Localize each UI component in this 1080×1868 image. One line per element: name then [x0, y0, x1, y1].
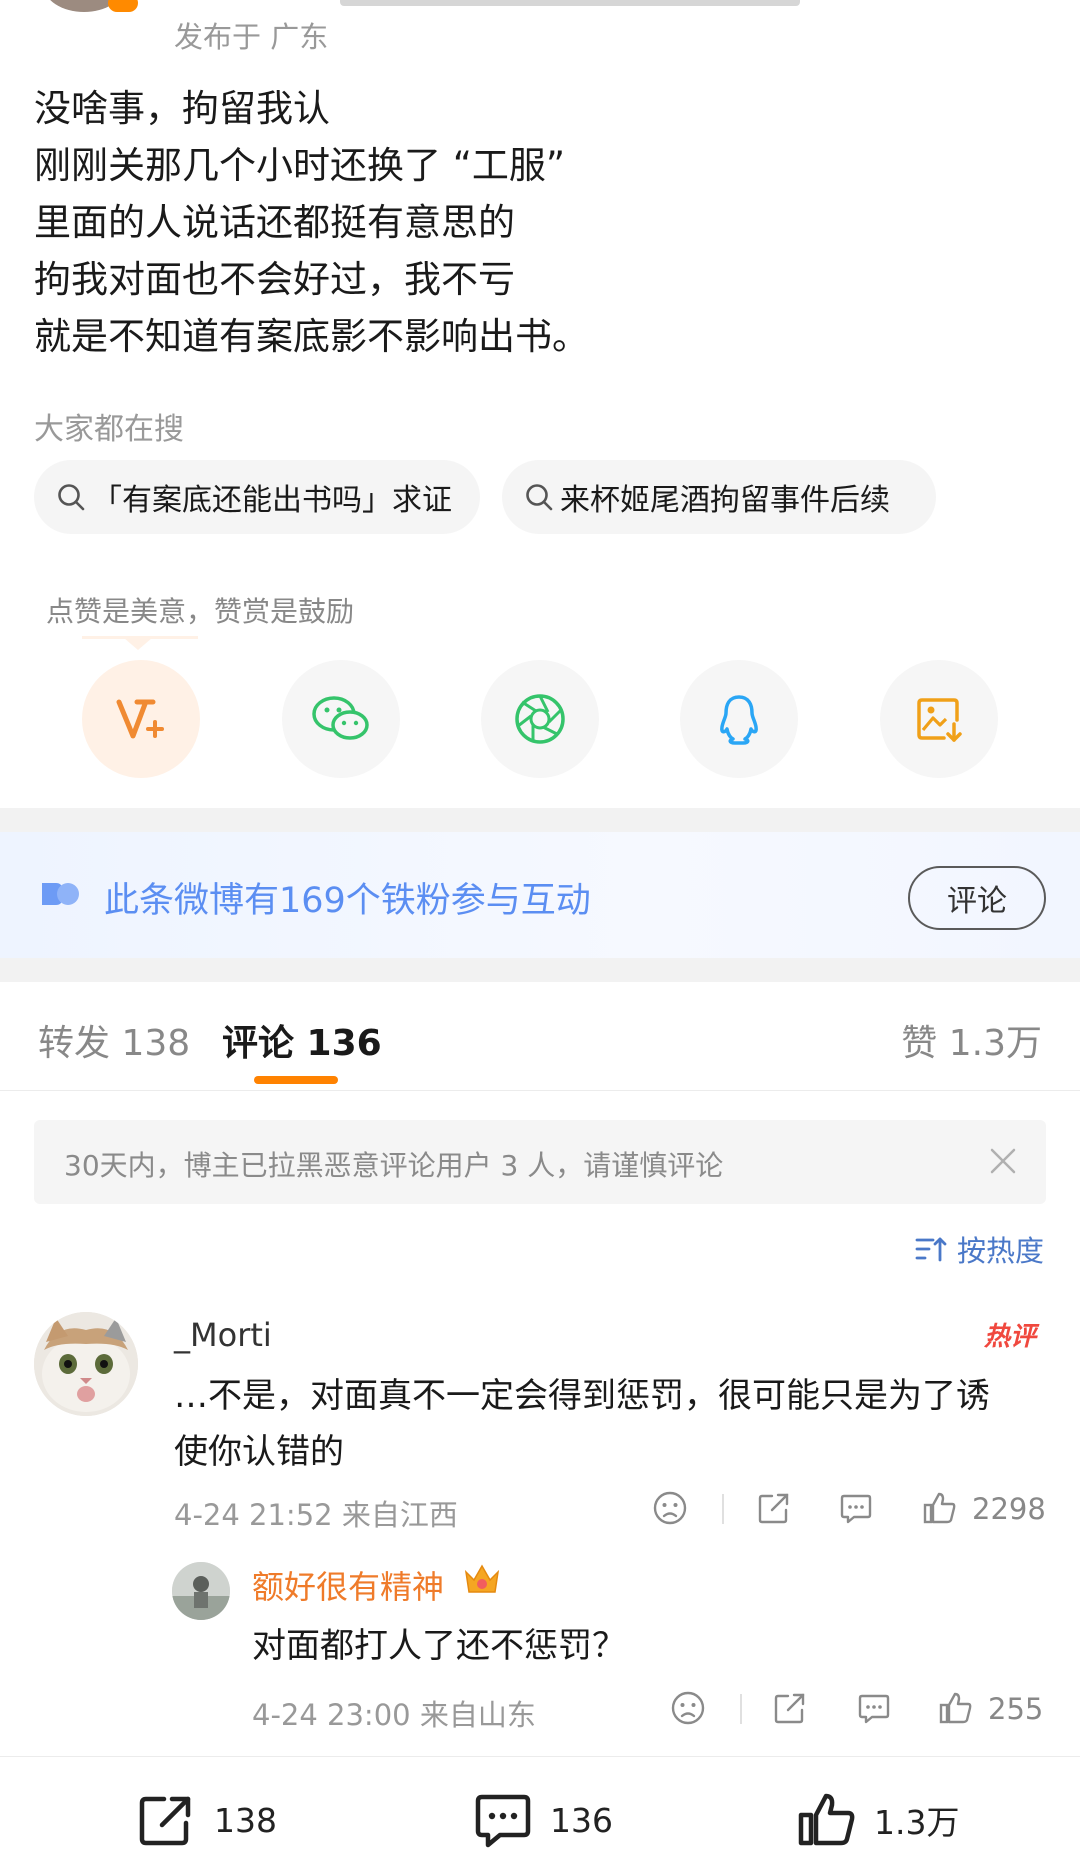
active-tab-indicator: [254, 1076, 338, 1084]
reply-icon[interactable]: [856, 1690, 892, 1726]
qq-icon: [720, 695, 758, 745]
post-line: 刚刚关那几个小时还换了 “工服”: [34, 144, 566, 187]
sort-by-hot-button[interactable]: 按热度: [915, 1228, 1044, 1270]
search-chip-label: 来杯姬尾酒拘留事件后续: [560, 483, 890, 518]
reply-meta-row: 4-24 23:00 来自山东 255: [0, 1686, 1080, 1732]
bottom-like-count: 1.3万: [874, 1803, 960, 1842]
reply-username[interactable]: 额好很有精神: [252, 1562, 444, 1608]
reply-text: 对面都打人了还不惩罚？: [252, 1626, 626, 1666]
banner-comment-button[interactable]: 评论: [908, 866, 1046, 930]
tab-reposts[interactable]: 转发 138: [38, 1014, 190, 1066]
search-icon: [58, 484, 85, 511]
section-divider: [0, 808, 1080, 832]
author-info-cropped: [340, 0, 800, 6]
save-image-button[interactable]: [880, 660, 998, 778]
bottom-repost-button[interactable]: 138: [136, 1790, 277, 1850]
reply-avatar[interactable]: [172, 1562, 230, 1620]
search-icon: [526, 484, 553, 511]
bottom-comment-button[interactable]: 136: [472, 1790, 613, 1850]
crown-badge-icon: [464, 1564, 500, 1593]
post-line: 拘我对面也不会好过，我不亏: [34, 258, 515, 301]
reward-tip: 点赞是美意，赞赏是鼓励: [46, 595, 355, 628]
repost-icon[interactable]: [772, 1690, 808, 1726]
tab-divider: [0, 1090, 1080, 1091]
reply-avatar-image: [172, 1562, 230, 1620]
dislike-face-icon[interactable]: [652, 1490, 688, 1526]
vip-reward-icon: [116, 699, 164, 739]
reply-time: 4-24 23:00 来自山东: [252, 1698, 536, 1732]
comment-text: …不是，对面真不一定会得到惩罚，很可能只是为了诱 使你认错的: [174, 1368, 1054, 1480]
cat-avatar-image: [34, 1312, 138, 1416]
fans-banner: 此条微博有169个铁粉参与互动 评论: [0, 832, 1080, 958]
post-line: 没啥事，拘留我认: [34, 87, 330, 130]
comment-time: 4-24 21:52 来自江西: [174, 1498, 458, 1532]
moments-icon: [515, 694, 565, 744]
reply-like-count: 255: [988, 1692, 1044, 1726]
notice-text: 30天内，博主已拉黑恶意评论用户 3 人，请谨慎评论: [64, 1149, 724, 1182]
comment-like-count: 2298: [972, 1492, 1046, 1526]
share-wechat-button[interactable]: [282, 660, 400, 778]
tab-likes[interactable]: 赞 1.3万: [901, 1014, 1042, 1066]
comment-username[interactable]: _Morti: [174, 1316, 272, 1354]
bottom-like-button[interactable]: 1.3万: [796, 1790, 959, 1850]
fans-banner-text: 此条微博有169个铁粉参与互动: [104, 881, 591, 921]
like-icon[interactable]: [922, 1490, 958, 1526]
share-moments-button[interactable]: [481, 660, 599, 778]
meta-divider: [722, 1494, 724, 1524]
trending-search-title: 大家都在搜: [34, 412, 184, 447]
post-line: 里面的人说话还都挺有意思的: [34, 201, 515, 244]
bottom-comment-count: 136: [550, 1800, 613, 1840]
like-icon: [798, 1793, 855, 1846]
search-chip[interactable]: 来杯姬尾酒拘留事件后续: [502, 460, 936, 534]
search-chip[interactable]: 「有案底还能出书吗」求证: [34, 460, 480, 534]
repost-icon[interactable]: [756, 1490, 792, 1526]
dislike-face-icon[interactable]: [670, 1690, 706, 1726]
fans-icon: [42, 883, 79, 905]
comment-line: …不是，对面真不一定会得到惩罚，很可能只是为了诱: [174, 1376, 990, 1416]
tip-arrow: [124, 638, 152, 650]
post-text: 没啥事，拘留我认 刚刚关那几个小时还换了 “工服” 里面的人说话还都挺有意思的 …: [34, 80, 1044, 365]
like-icon[interactable]: [938, 1690, 974, 1726]
comment-icon: [475, 1794, 531, 1848]
meta-divider: [740, 1694, 742, 1724]
section-divider: [0, 958, 1080, 982]
tab-comments[interactable]: 评论 136: [222, 1014, 382, 1066]
hot-comment-badge: 热评: [984, 1322, 1037, 1352]
save-image-icon: [917, 698, 962, 742]
search-chip-label: 「有案底还能出书吗」求证: [92, 483, 452, 518]
sort-icon: [915, 1237, 947, 1262]
wechat-icon: [312, 696, 369, 740]
comment-notice: 30天内，博主已拉黑恶意评论用户 3 人，请谨慎评论: [34, 1120, 1046, 1204]
header-remnant: [0, 0, 1080, 12]
comment-line: 使你认错的: [174, 1432, 344, 1472]
bottom-bar-divider: [0, 1756, 1080, 1757]
reply-icon[interactable]: [838, 1490, 874, 1526]
reward-button[interactable]: [82, 660, 200, 778]
post-line: 就是不知道有案底影不影响出书。: [34, 315, 589, 358]
avatar[interactable]: [34, 1312, 138, 1416]
bottom-repost-count: 138: [214, 1800, 277, 1840]
close-icon[interactable]: [988, 1146, 1018, 1176]
post-location: 发布于 广东: [174, 20, 329, 54]
share-qq-button[interactable]: [680, 660, 798, 778]
comment-meta-row: 4-24 21:52 来自江西 2298: [0, 1486, 1080, 1532]
sort-label: 按热度: [956, 1234, 1044, 1268]
author-badge-icon: [108, 0, 138, 12]
repost-icon: [139, 1796, 191, 1846]
